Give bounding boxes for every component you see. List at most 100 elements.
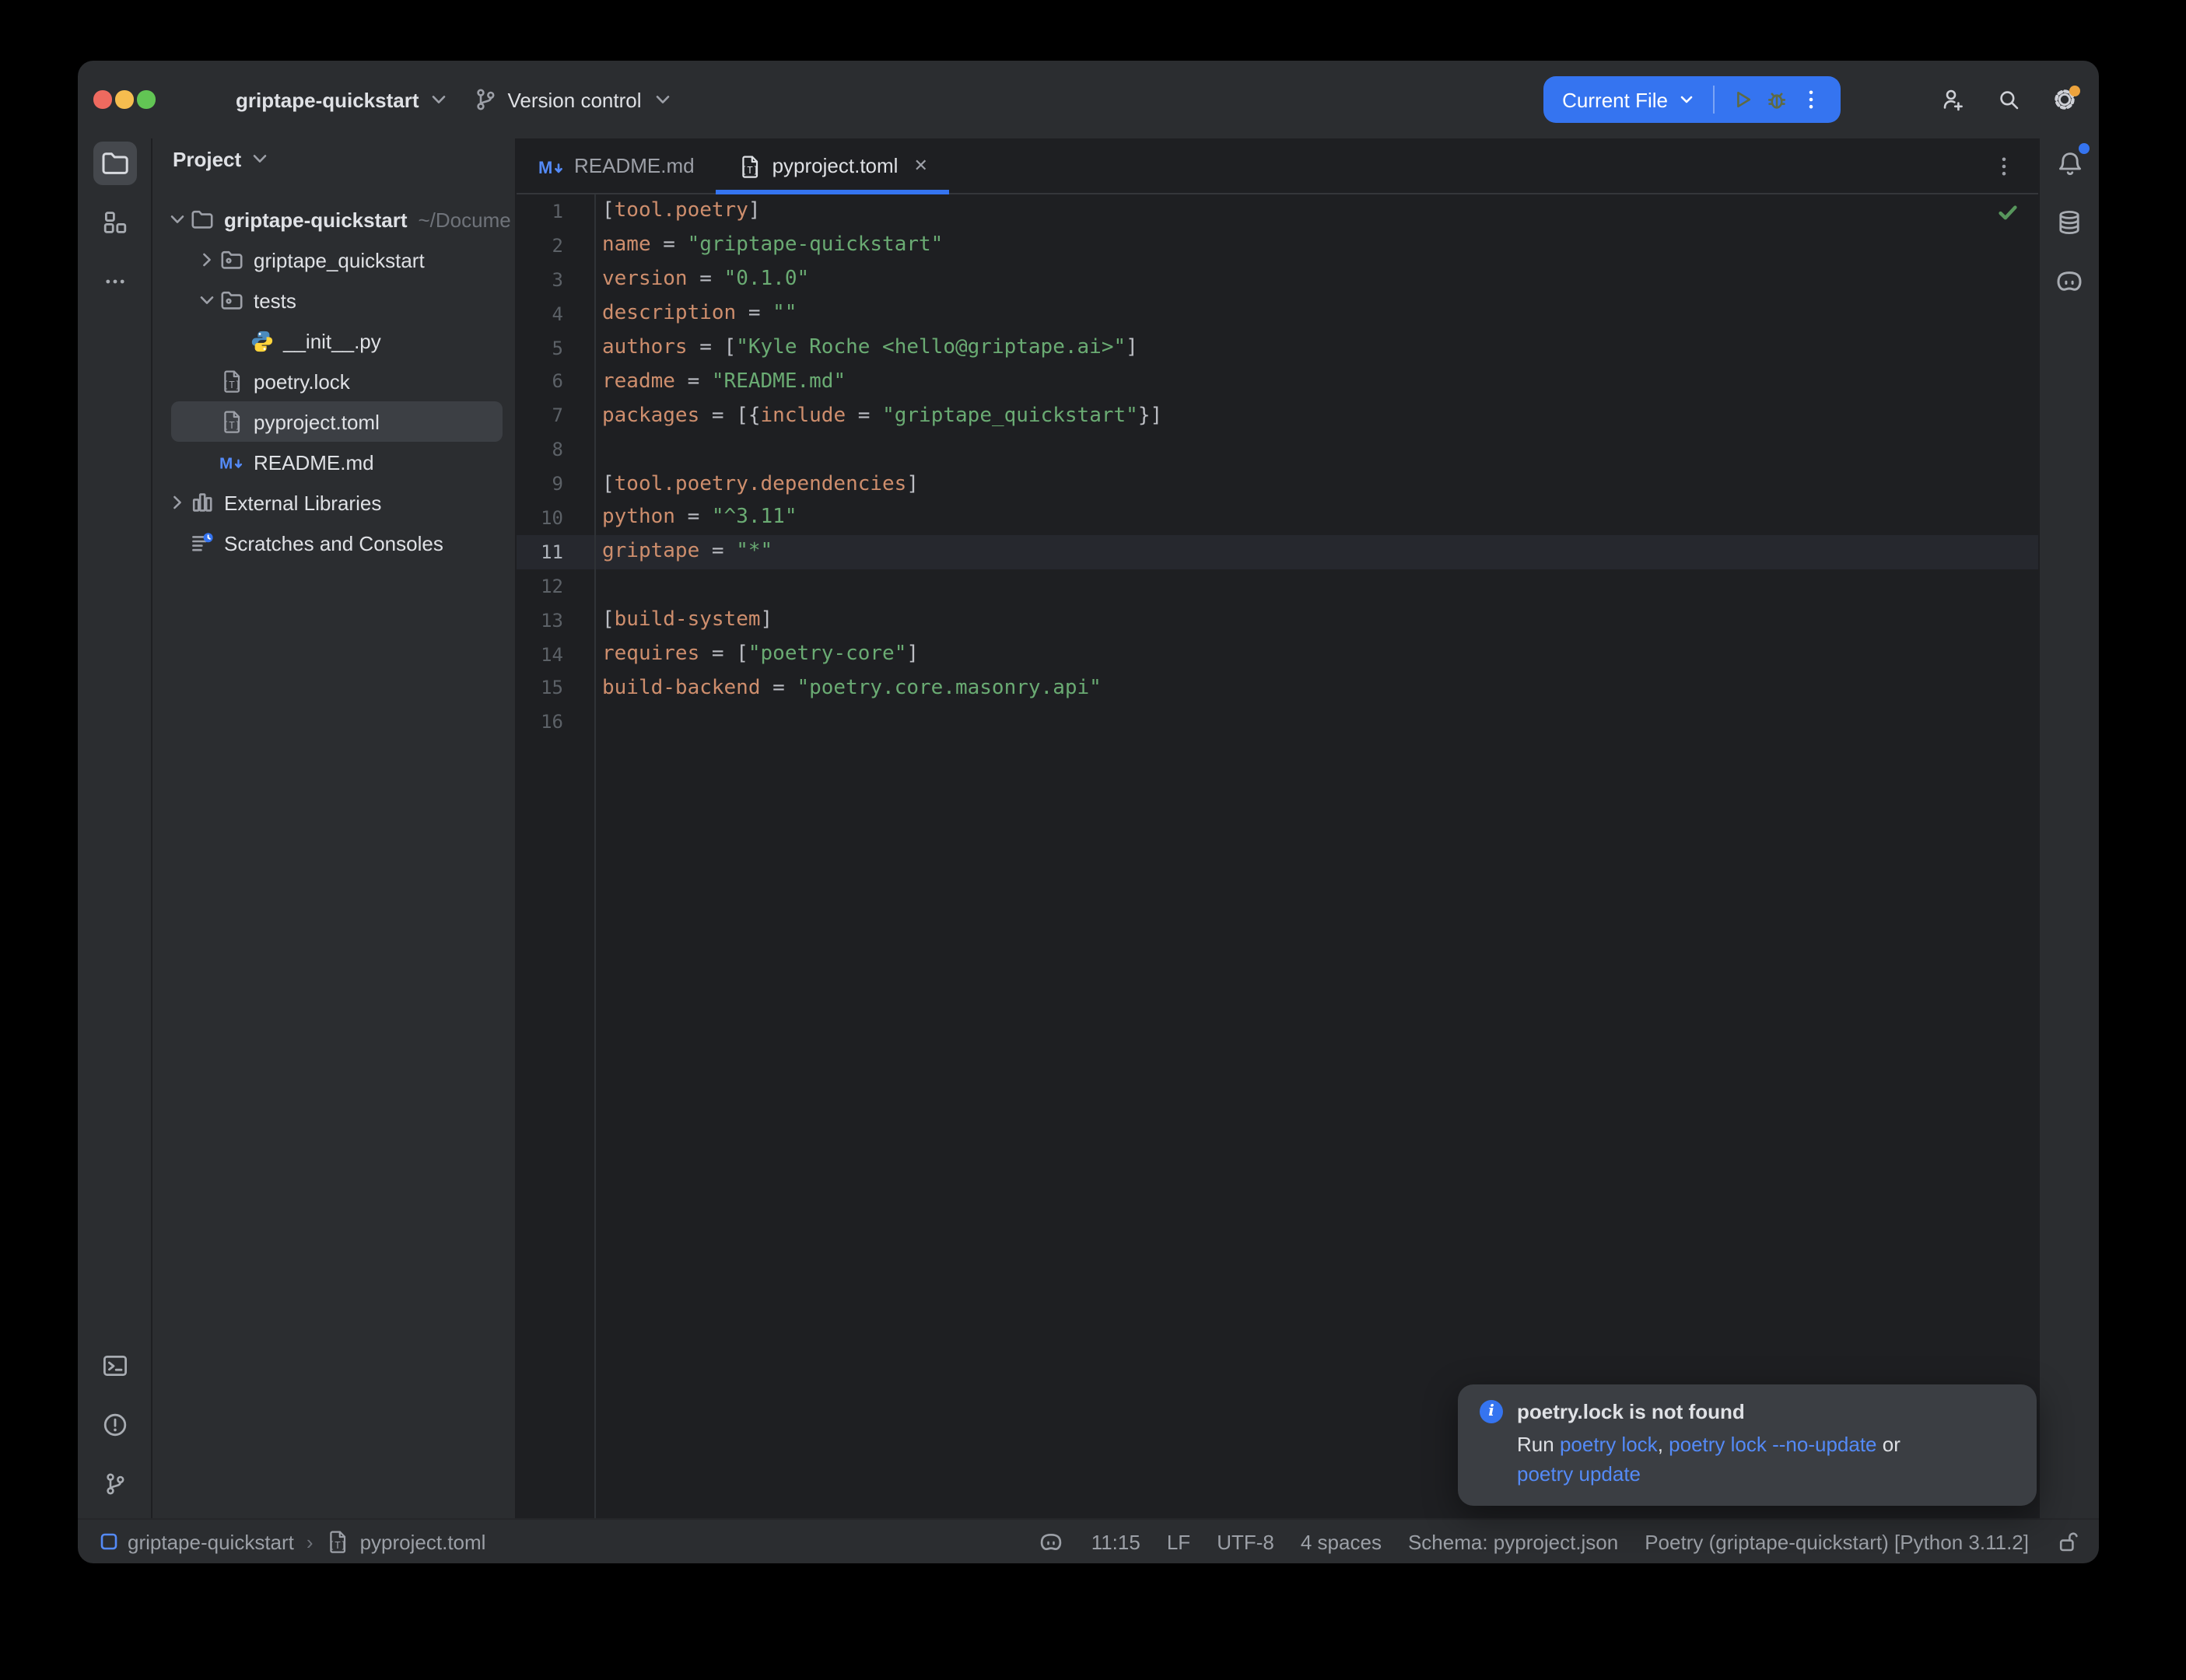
notifications-button[interactable] <box>2048 142 2091 185</box>
tree-row-poetry.lock[interactable]: [T]poetry.lock <box>152 361 515 401</box>
code-line-8[interactable]: 8 <box>517 432 2038 467</box>
chevron-right-icon[interactable] <box>165 490 190 515</box>
breadcrumb-item-griptape-quickstart[interactable]: griptape-quickstart <box>100 1530 294 1553</box>
chevron-right-icon[interactable] <box>194 247 219 272</box>
library-icon <box>190 490 215 515</box>
code-editor[interactable]: 1[tool.poetry]2name = "griptape-quicksta… <box>517 194 2038 1518</box>
breadcrumb-item-pyproject.toml[interactable]: [T]pyproject.toml <box>326 1529 486 1554</box>
close-tab-icon[interactable]: ✕ <box>913 156 927 176</box>
run-widget: Current File <box>1543 76 1841 123</box>
tree-row-README.md[interactable]: M README.md <box>152 442 515 482</box>
debug-button[interactable] <box>1760 82 1794 117</box>
project-tool-window: Project griptape-quickstart~/Documegript… <box>152 138 517 1518</box>
code-line-10[interactable]: 10python = "^3.11" <box>517 501 2038 535</box>
tree-row-__init__.py[interactable]: __init__.py <box>152 320 515 361</box>
unlock-widget[interactable] <box>2055 1529 2080 1554</box>
breadcrumb-label: griptape-quickstart <box>128 1530 294 1553</box>
line-number: 15 <box>517 677 594 699</box>
code-line-4[interactable]: 4description = "" <box>517 296 2038 331</box>
structure-icon <box>100 208 128 236</box>
code-text: name = "griptape-quickstart" <box>594 234 943 257</box>
code-line-1[interactable]: 1[tool.poetry] <box>517 194 2038 229</box>
code-text: version = "0.1.0" <box>594 268 809 291</box>
code-line-14[interactable]: 14requires = ["poetry-core"] <box>517 637 2038 671</box>
svg-text:[T]: [T] <box>741 163 758 175</box>
tool-window-structure-button[interactable] <box>93 201 136 244</box>
copilot-widget[interactable] <box>1039 1528 1065 1555</box>
minimize-window-button[interactable] <box>115 91 133 109</box>
tree-row-tests[interactable]: tests <box>152 280 515 320</box>
tree-item-label: README.md <box>254 450 374 474</box>
code-line-16[interactable]: 16 <box>517 705 2038 740</box>
chevron-down-icon <box>1674 87 1699 112</box>
line-number: 9 <box>517 473 594 495</box>
svg-text:[T]: [T] <box>329 1539 346 1551</box>
tab-pyproject.toml[interactable]: [T]pyproject.toml✕ <box>716 138 950 193</box>
code-line-2[interactable]: 2name = "griptape-quickstart" <box>517 229 2038 263</box>
code-line-6[interactable]: 6readme = "README.md" <box>517 365 2038 399</box>
code-line-3[interactable]: 3version = "0.1.0" <box>517 263 2038 297</box>
line-number: 7 <box>517 405 594 427</box>
tool-window-project-button[interactable] <box>93 142 136 185</box>
line-number: 4 <box>517 303 594 324</box>
maximize-window-button[interactable] <box>137 91 155 109</box>
code-text: python = "^3.11" <box>594 506 797 530</box>
code-line-9[interactable]: 9[tool.poetry.dependencies] <box>517 467 2038 501</box>
chevron-down-icon[interactable] <box>165 207 190 232</box>
chevron-down-icon[interactable] <box>194 288 219 313</box>
status-poetry-griptape-quickstart-python-3-11-2-[interactable]: Poetry (griptape-quickstart) [Python 3.1… <box>1645 1530 2029 1553</box>
notification-link-poetry-lock[interactable]: poetry lock <box>1560 1433 1658 1456</box>
code-line-7[interactable]: 7packages = [{include = "griptape_quicks… <box>517 399 2038 433</box>
settings-button[interactable] <box>2052 87 2077 112</box>
close-window-button[interactable] <box>93 91 111 109</box>
status-4-spaces[interactable]: 4 spaces <box>1301 1530 1382 1553</box>
add-user-icon[interactable] <box>1940 87 1965 112</box>
status-utf-8[interactable]: UTF-8 <box>1217 1530 1274 1553</box>
tree-row-griptape-quickstart[interactable]: griptape-quickstart~/Docume <box>152 199 515 240</box>
terminal-button[interactable] <box>93 1344 136 1388</box>
notification-link-poetry-update[interactable]: poetry update <box>1517 1461 1641 1485</box>
code-text: authors = ["Kyle Roche <hello@griptape.a… <box>594 336 1138 359</box>
project-panel-header[interactable]: Project <box>152 138 515 179</box>
status-11-15[interactable]: 11:15 <box>1091 1530 1140 1553</box>
code-line-11[interactable]: 11griptape = "*" <box>517 535 2038 569</box>
version-control-button[interactable] <box>93 1462 136 1506</box>
code-line-13[interactable]: 13[build-system] <box>517 603 2038 637</box>
more-tool-windows-button[interactable] <box>93 260 136 303</box>
ai-assistant-button[interactable] <box>2048 260 2091 303</box>
notification-popup: i poetry.lock is not found Run poetry lo… <box>1458 1384 2037 1506</box>
project-title: griptape-quickstart <box>236 88 419 111</box>
tree-row-External Libraries[interactable]: External Libraries <box>152 482 515 523</box>
problems-button[interactable] <box>93 1403 136 1447</box>
code-line-12[interactable]: 12 <box>517 569 2038 604</box>
code-line-15[interactable]: 15build-backend = "poetry.core.masonry.a… <box>517 671 2038 705</box>
project-panel-title: Project <box>173 147 241 170</box>
svg-text:[T]: [T] <box>223 419 240 431</box>
status-schema-pyproject-json[interactable]: Schema: pyproject.json <box>1408 1530 1618 1553</box>
tree-item-label: Scratches and Consoles <box>224 531 443 555</box>
status-lf[interactable]: LF <box>1167 1530 1190 1553</box>
run-configuration-selector[interactable]: Current File <box>1562 87 1699 112</box>
tree-row-griptape_quickstart[interactable]: griptape_quickstart <box>152 240 515 280</box>
tab-options-button[interactable] <box>1992 138 2038 193</box>
tree-row-pyproject.toml[interactable]: [T]pyproject.toml <box>152 401 515 442</box>
project-switcher[interactable]: griptape-quickstart <box>236 87 452 112</box>
inspections-check-icon[interactable] <box>1996 201 2020 230</box>
status-label: 4 spaces <box>1301 1530 1382 1553</box>
run-button[interactable] <box>1725 82 1760 117</box>
terminal-icon <box>100 1352 128 1380</box>
status-label: Schema: pyproject.json <box>1408 1530 1618 1553</box>
search-icon[interactable] <box>1996 87 2021 112</box>
editor-area: MREADME.md[T]pyproject.toml✕ 1[tool.poet… <box>517 138 2038 1518</box>
settings-notification-dot <box>2069 86 2080 96</box>
status-label: Poetry (griptape-quickstart) [Python 3.1… <box>1645 1530 2029 1553</box>
vcs-widget[interactable]: Version control <box>474 87 676 112</box>
database-button[interactable] <box>2048 201 2091 244</box>
notification-link-poetry-lock-no-update[interactable]: poetry lock --no-update <box>1669 1433 1876 1456</box>
code-line-5[interactable]: 5authors = ["Kyle Roche <hello@griptape.… <box>517 331 2038 365</box>
tree-item-label: tests <box>254 289 296 312</box>
more-run-options-button[interactable] <box>1794 82 1828 117</box>
tab-README.md[interactable]: MREADME.md <box>517 138 716 193</box>
tree-row-Scratches and Consoles[interactable]: Scratches and Consoles <box>152 523 515 563</box>
markdown-icon: M <box>219 450 244 474</box>
